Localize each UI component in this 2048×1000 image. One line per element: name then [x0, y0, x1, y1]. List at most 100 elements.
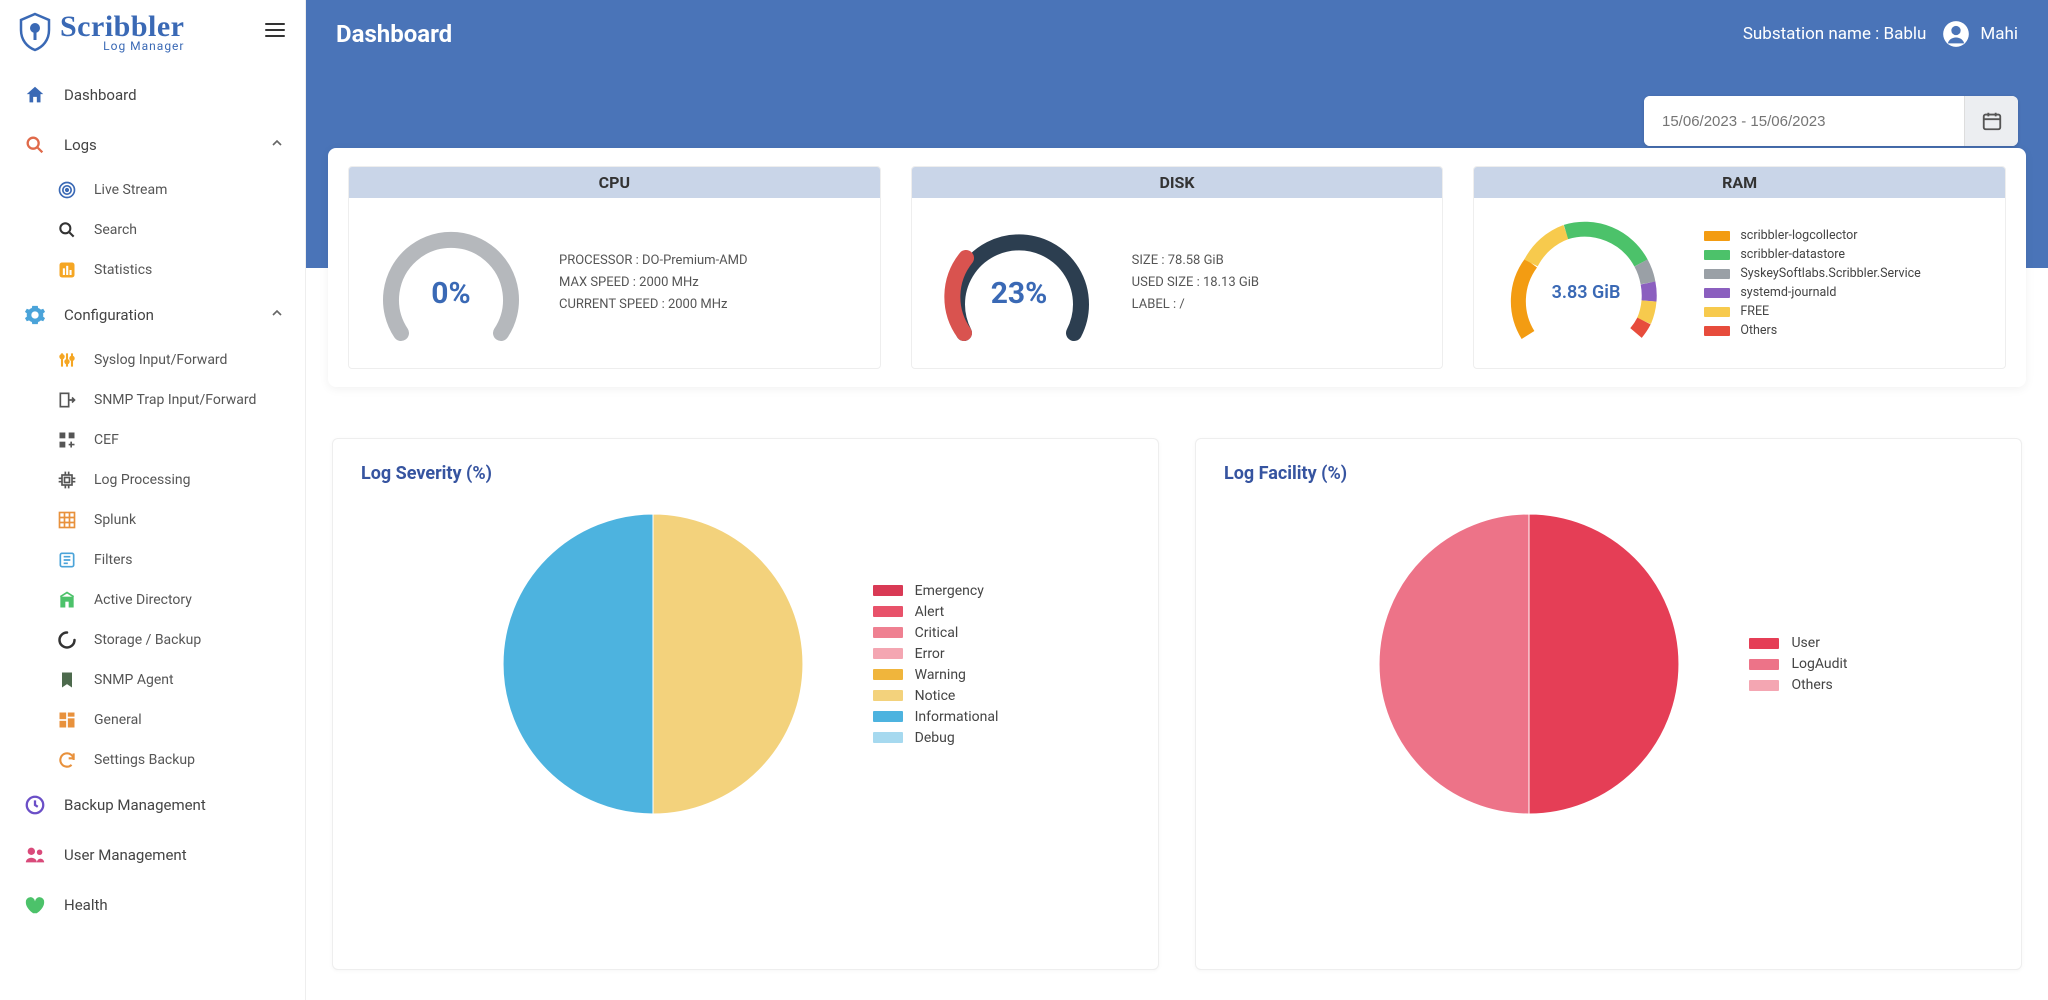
ram-gauge: 3.83 GiB — [1496, 213, 1676, 353]
calendar-icon — [1981, 110, 2003, 132]
sidebar-item-label: Live Stream — [94, 182, 167, 198]
sidebar-item-settings-backup[interactable]: Settings Backup — [0, 740, 305, 780]
legend-label: Emergency — [915, 583, 984, 599]
legend-row: SyskeySoftlabs.Scribbler.Service — [1704, 266, 1920, 281]
sidebar-item-live-stream[interactable]: Live Stream — [0, 170, 305, 210]
legend-swatch — [873, 627, 903, 638]
sidebar-item-health[interactable]: Health — [0, 880, 305, 930]
legend-row: Notice — [873, 688, 999, 704]
cpu-icon — [56, 469, 78, 491]
legend-label: scribbler-logcollector — [1740, 228, 1857, 243]
heart-icon — [24, 894, 46, 916]
legend-row: Debug — [873, 730, 999, 746]
sidebar-item-label: Dashboard — [64, 86, 137, 104]
filter-icon — [56, 549, 78, 571]
sidebar-group-configuration[interactable]: Configuration — [0, 290, 305, 340]
users-icon — [24, 844, 46, 866]
legend-label: scribbler-datastore — [1740, 247, 1845, 262]
log-facility-panel: Log Facility (%) UserLogAuditOthers — [1195, 438, 2022, 970]
legend-swatch — [1704, 250, 1730, 260]
loading-icon — [56, 629, 78, 651]
log-facility-legend: UserLogAuditOthers — [1749, 630, 1847, 698]
log-severity-pie — [493, 504, 813, 824]
sidebar-item-user-management[interactable]: User Management — [0, 830, 305, 880]
svg-text:0%: 0% — [431, 276, 470, 311]
dashboard-icon — [56, 709, 78, 731]
sidebar-item-general[interactable]: General — [0, 700, 305, 740]
nav: Dashboard Logs Live Stream Search — [0, 58, 305, 942]
sidebar-item-label: SNMP Agent — [94, 672, 174, 688]
sidebar-item-label: Search — [94, 222, 137, 238]
sidebar-item-search[interactable]: Search — [0, 210, 305, 250]
main: Dashboard Substation name : Bablu Mahi C — [306, 0, 2048, 1000]
ram-card: RAM 3.83 GiB scribbler-logcollec — [1473, 166, 2006, 369]
sidebar-item-syslog[interactable]: Syslog Input/Forward — [0, 340, 305, 380]
ram-legend: scribbler-logcollector scribbler-datastor… — [1704, 224, 1920, 342]
legend-swatch — [1704, 307, 1730, 317]
sidebar-group-logs[interactable]: Logs — [0, 120, 305, 170]
sidebar-group-label: Logs — [64, 136, 97, 154]
legend-swatch — [873, 711, 903, 722]
sidebar-item-dashboard[interactable]: Dashboard — [0, 70, 305, 120]
sidebar-item-label: User Management — [64, 846, 187, 864]
brand-title: Scribbler — [60, 12, 185, 42]
sidebar-item-snmp-agent[interactable]: SNMP Agent — [0, 660, 305, 700]
sidebar-item-active-directory[interactable]: Active Directory — [0, 580, 305, 620]
avatar-icon — [1942, 20, 1970, 48]
sidebar-item-label: Settings Backup — [94, 752, 195, 768]
legend-label: Debug — [915, 730, 955, 746]
sidebar-item-splunk[interactable]: Splunk — [0, 500, 305, 540]
disk-used: USED SIZE : 18.13 GiB — [1132, 272, 1259, 294]
substation-label: Substation name : Bablu — [1743, 24, 1927, 44]
legend-label: Informational — [915, 709, 999, 725]
date-range-picker — [1644, 96, 2018, 146]
sidebar-item-filters[interactable]: Filters — [0, 540, 305, 580]
legend-swatch — [1749, 638, 1779, 649]
page-title: Dashboard — [336, 20, 452, 48]
sidebar-group-label: Configuration — [64, 306, 154, 324]
sidebar-item-cef[interactable]: CEF — [0, 420, 305, 460]
sidebar-item-backup-management[interactable]: Backup Management — [0, 780, 305, 830]
legend-swatch — [1704, 269, 1730, 279]
svg-text:23%: 23% — [990, 276, 1047, 311]
legend-label: User — [1791, 635, 1819, 651]
sidebar-item-label: Splunk — [94, 512, 136, 528]
sidebar-item-label: CEF — [94, 432, 119, 448]
legend-swatch — [873, 690, 903, 701]
sidebar-item-label: Active Directory — [94, 592, 192, 608]
legend-row: systemd-journald — [1704, 285, 1920, 300]
sidebar-item-statistics[interactable]: Statistics — [0, 250, 305, 290]
cpu-current-speed: CURRENT SPEED : 2000 MHz — [559, 294, 748, 316]
card-title: DISK — [912, 167, 1443, 198]
refresh-icon — [56, 749, 78, 771]
summary-cards: CPU 0% PROCESSOR : DO-Premium-AMD MAX SP… — [328, 148, 2026, 387]
search-icon — [24, 134, 46, 156]
cpu-max-speed: MAX SPEED : 2000 MHz — [559, 272, 748, 294]
sidebar-item-storage-backup[interactable]: Storage / Backup — [0, 620, 305, 660]
legend-swatch — [873, 648, 903, 659]
legend-label: SyskeySoftlabs.Scribbler.Service — [1740, 266, 1920, 281]
legend-swatch — [1704, 231, 1730, 241]
cpu-card: CPU 0% PROCESSOR : DO-Premium-AMD MAX SP… — [348, 166, 881, 369]
calendar-button[interactable] — [1964, 96, 2018, 146]
legend-label: Error — [915, 646, 945, 662]
sidebar-item-label: Storage / Backup — [94, 632, 201, 648]
chevron-up-icon — [269, 305, 285, 325]
sidebar-item-snmp-trap[interactable]: SNMP Trap Input/Forward — [0, 380, 305, 420]
date-range-input[interactable] — [1644, 96, 1964, 146]
sidebar-item-label: General — [94, 712, 142, 728]
legend-swatch — [873, 585, 903, 596]
legend-swatch — [1749, 680, 1779, 691]
disk-gauge: 23% — [934, 213, 1104, 353]
clock-icon — [24, 794, 46, 816]
chart-icon — [56, 259, 78, 281]
legend-row: User — [1749, 635, 1847, 651]
bookmark-icon — [56, 669, 78, 691]
topbar: Dashboard Substation name : Bablu Mahi — [306, 0, 2048, 68]
sidebar-item-log-processing[interactable]: Log Processing — [0, 460, 305, 500]
menu-toggle-icon[interactable] — [263, 18, 287, 46]
legend-swatch — [873, 669, 903, 680]
user-menu[interactable]: Mahi — [1942, 20, 2018, 48]
brand-logo: Scribbler Log Manager — [18, 12, 185, 52]
sliders-icon — [56, 349, 78, 371]
